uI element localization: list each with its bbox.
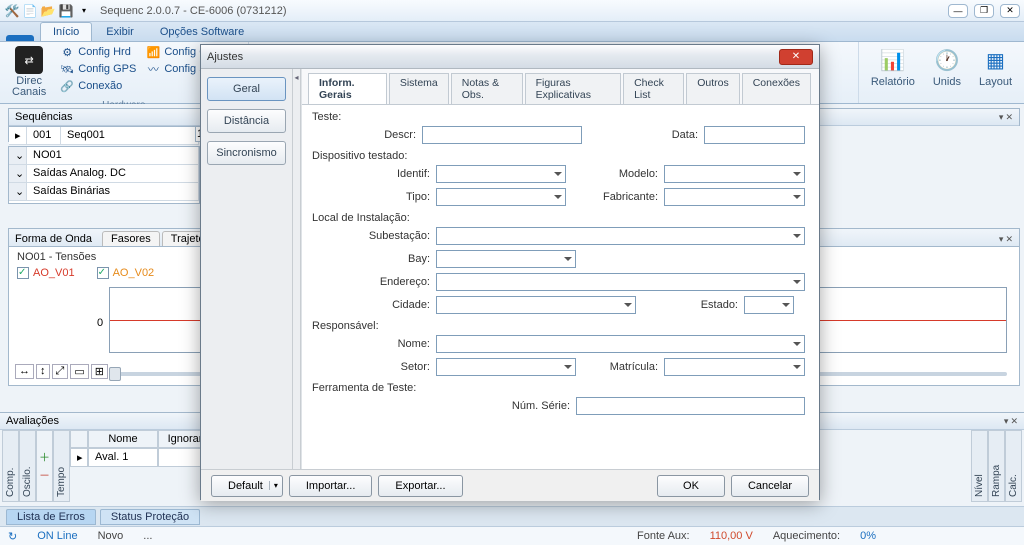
- form-area: Teste: Descr: Data: Dispositivo testado:…: [302, 105, 819, 427]
- dialog-footer: Default Importar... Exportar... OK Cance…: [201, 469, 819, 501]
- subtab-conexoes[interactable]: Conexões: [742, 73, 811, 104]
- ajustes-dialog: Ajustes ✕ Geral Distância Sincronismo ◂ …: [200, 44, 820, 500]
- estado-select[interactable]: [744, 296, 794, 314]
- dialog-sidebar: Geral Distância Sincronismo: [201, 69, 293, 469]
- descr-label: Descr:: [312, 129, 416, 141]
- endereco-select[interactable]: [436, 273, 805, 291]
- group-disp-label: Dispositivo testado:: [312, 150, 805, 162]
- setor-select[interactable]: [436, 358, 576, 376]
- dialog-content: Inform. Gerais Sistema Notas & Obs. Figu…: [301, 69, 819, 469]
- serie-input[interactable]: [576, 397, 805, 415]
- collapse-handle[interactable]: ◂: [293, 69, 301, 469]
- subtab-inform-gerais[interactable]: Inform. Gerais: [308, 73, 387, 104]
- subtab-notas[interactable]: Notas & Obs.: [451, 73, 523, 104]
- tipo-label: Tipo:: [312, 191, 430, 203]
- dialog-titlebar: Ajustes ✕: [201, 45, 819, 69]
- matricula-select[interactable]: [664, 358, 805, 376]
- nav-sincronismo[interactable]: Sincronismo: [207, 141, 286, 165]
- data-label: Data:: [588, 129, 698, 141]
- bay-select[interactable]: [436, 250, 576, 268]
- default-button[interactable]: Default: [211, 475, 283, 497]
- group-local-label: Local de Instalação:: [312, 212, 805, 224]
- bay-label: Bay:: [312, 253, 430, 265]
- nome-select[interactable]: [436, 335, 805, 353]
- dialog-subtabs: Inform. Gerais Sistema Notas & Obs. Figu…: [302, 69, 819, 105]
- cidade-label: Cidade:: [312, 299, 430, 311]
- fabricante-label: Fabricante:: [572, 191, 658, 203]
- nome-label: Nome:: [312, 338, 430, 350]
- dialog-overlay: Ajustes ✕ Geral Distância Sincronismo ◂ …: [0, 0, 1024, 545]
- subtab-checklist[interactable]: Check List: [623, 73, 684, 104]
- subtab-sistema[interactable]: Sistema: [389, 73, 449, 104]
- group-teste-label: Teste:: [312, 111, 805, 123]
- subtab-figuras[interactable]: Figuras Explicativas: [525, 73, 622, 104]
- cancelar-button[interactable]: Cancelar: [731, 475, 809, 497]
- descr-input[interactable]: [422, 126, 582, 144]
- subest-select[interactable]: [436, 227, 805, 245]
- estado-label: Estado:: [642, 299, 738, 311]
- nav-geral[interactable]: Geral: [207, 77, 286, 101]
- identif-select[interactable]: [436, 165, 566, 183]
- modelo-label: Modelo:: [572, 168, 658, 180]
- importar-button[interactable]: Importar...: [289, 475, 373, 497]
- modelo-select[interactable]: [664, 165, 805, 183]
- ok-button[interactable]: OK: [657, 475, 725, 497]
- matricula-label: Matrícula:: [582, 361, 658, 373]
- dialog-close-button[interactable]: ✕: [779, 49, 813, 65]
- identif-label: Identif:: [312, 168, 430, 180]
- fabricante-select[interactable]: [664, 188, 805, 206]
- setor-label: Setor:: [312, 361, 430, 373]
- data-input[interactable]: [704, 126, 805, 144]
- group-ferr-label: Ferramenta de Teste:: [312, 382, 805, 394]
- dialog-title: Ajustes: [207, 51, 243, 63]
- subtab-outros[interactable]: Outros: [686, 73, 740, 104]
- serie-label: Núm. Série:: [312, 400, 570, 412]
- cidade-select[interactable]: [436, 296, 636, 314]
- group-resp-label: Responsável:: [312, 320, 805, 332]
- nav-distancia[interactable]: Distância: [207, 109, 286, 133]
- subest-label: Subestação:: [312, 230, 430, 242]
- endereco-label: Endereço:: [312, 276, 430, 288]
- tipo-select[interactable]: [436, 188, 566, 206]
- exportar-button[interactable]: Exportar...: [378, 475, 462, 497]
